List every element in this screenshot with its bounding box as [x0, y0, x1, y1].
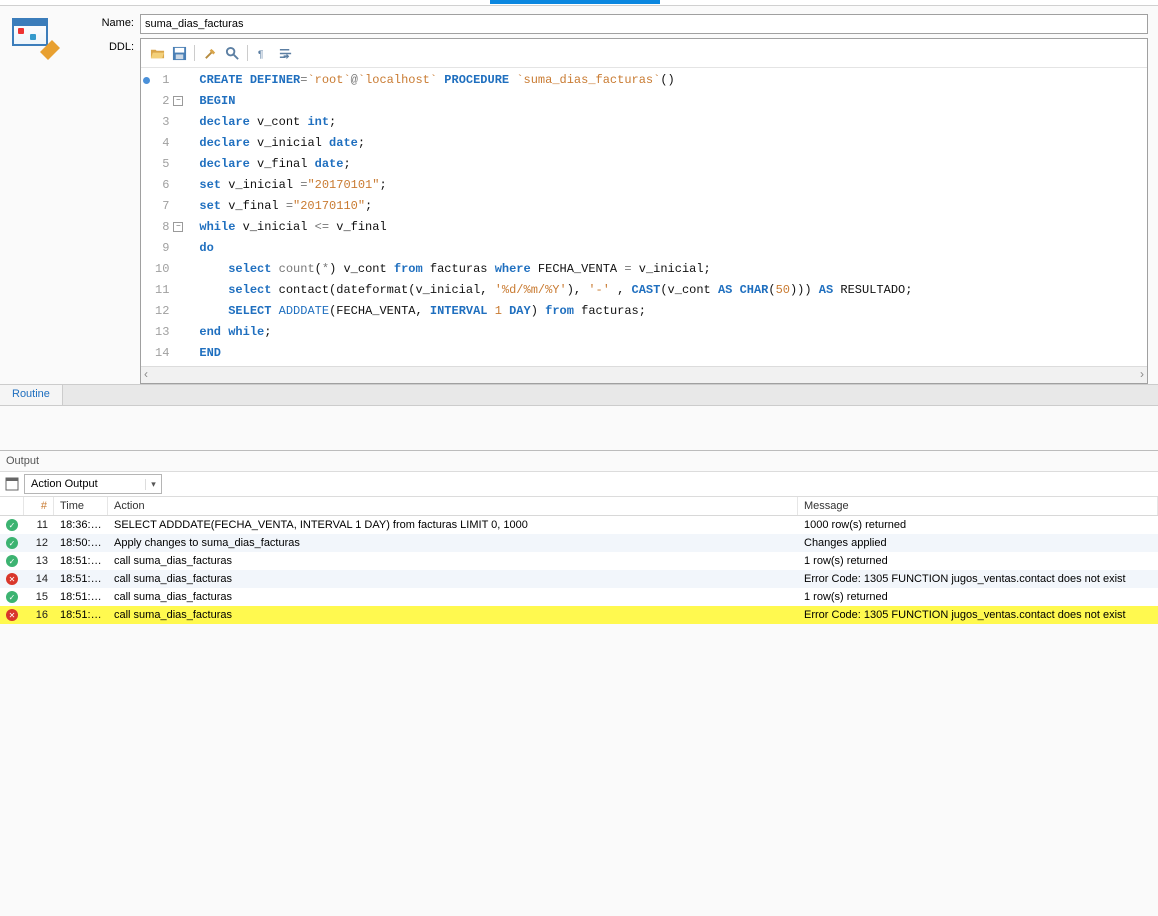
layout-icon[interactable] — [4, 476, 20, 492]
open-file-icon[interactable] — [147, 43, 167, 63]
name-label: Name: — [94, 14, 134, 29]
code-area[interactable]: 12−345678−91011121314 CREATE DEFINER=`ro… — [141, 68, 1147, 366]
svg-text:¶: ¶ — [257, 49, 263, 60]
output-row[interactable]: ✕1418:51:12call suma_dias_facturasError … — [0, 570, 1158, 588]
status-ok-icon: ✓ — [6, 591, 18, 603]
output-type-combo[interactable]: Action Output ▾ — [24, 474, 162, 494]
combo-label: Action Output — [25, 476, 145, 492]
save-icon[interactable] — [169, 43, 189, 63]
output-row[interactable]: ✓1318:51:12call suma_dias_facturas1 row(… — [0, 552, 1158, 570]
bottom-tabs: Routine — [0, 384, 1158, 406]
search-icon[interactable] — [222, 43, 242, 63]
editor-toolbar: ¶ — [141, 39, 1147, 68]
wrap-icon[interactable] — [275, 43, 295, 63]
output-title: Output — [0, 451, 1158, 472]
output-row[interactable]: ✕1618:51:23call suma_dias_facturasError … — [0, 606, 1158, 624]
status-error-icon: ✕ — [6, 573, 18, 585]
col-time[interactable]: Time — [54, 497, 108, 515]
col-num[interactable]: # — [24, 497, 54, 515]
output-row[interactable]: ✓1218:50:32Apply changes to suma_dias_fa… — [0, 534, 1158, 552]
output-row[interactable]: ✓1518:51:22call suma_dias_facturas1 row(… — [0, 588, 1158, 606]
status-ok-icon: ✓ — [6, 537, 18, 549]
chevron-down-icon: ▾ — [145, 479, 161, 490]
tab-indicator — [0, 0, 1158, 6]
col-action[interactable]: Action — [108, 497, 798, 515]
invisible-chars-icon[interactable]: ¶ — [253, 43, 273, 63]
status-error-icon: ✕ — [6, 609, 18, 621]
col-message[interactable]: Message — [798, 497, 1158, 515]
broom-icon[interactable] — [200, 43, 220, 63]
name-input[interactable] — [140, 14, 1148, 34]
status-ok-icon: ✓ — [6, 519, 18, 531]
output-row[interactable]: ✓1118:36:55SELECT ADDDATE(FECHA_VENTA, I… — [0, 516, 1158, 534]
spacer — [0, 406, 1158, 450]
ddl-editor: ¶ 12−345678−91011121314 CREATE DEFINER=`… — [140, 38, 1148, 384]
h-scrollbar[interactable] — [141, 366, 1147, 383]
status-ok-icon: ✓ — [6, 555, 18, 567]
output-grid-body: ✓1118:36:55SELECT ADDDATE(FECHA_VENTA, I… — [0, 516, 1158, 624]
tab-routine[interactable]: Routine — [0, 385, 63, 405]
output-grid-header: # Time Action Message — [0, 497, 1158, 516]
gutter: 12−345678−91011121314 — [141, 68, 177, 366]
ddl-label: DDL: — [94, 38, 134, 53]
procedure-icon — [4, 14, 94, 384]
